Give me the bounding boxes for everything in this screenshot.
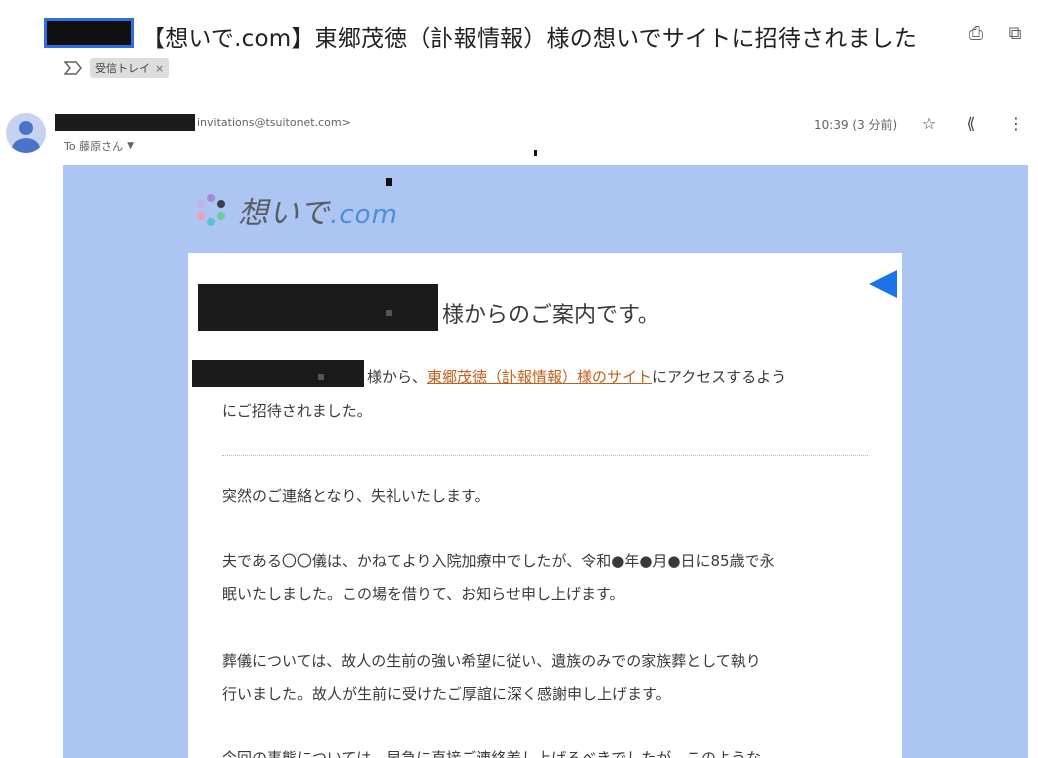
label-chip-inbox[interactable]: 受信トレイ ×: [90, 58, 170, 78]
email-subject: 【想いで.com】東郷茂徳（訃報情報）様の想いでサイトに招待されました: [142, 26, 918, 52]
recipient-line[interactable]: To 藤原さん ▼: [64, 138, 134, 154]
redacted-inviter-name: [192, 360, 364, 387]
redacted-mark: [386, 178, 392, 186]
service-logo: 想いで.com: [192, 188, 398, 232]
label-row: 受信トレイ ×: [64, 57, 170, 79]
remove-label-icon[interactable]: ×: [155, 62, 164, 75]
reply-all-icon[interactable]: ⟪: [960, 113, 982, 135]
open-in-new-window-icon[interactable]: ⧉: [1003, 22, 1027, 46]
sender-avatar[interactable]: [6, 113, 46, 153]
logo-text-domain: .com: [330, 200, 398, 230]
subject-row: 【想いで.com】東郷茂徳（訃報情報）様の想いでサイトに招待されました ⎙ ⧉: [44, 18, 1034, 58]
recipient-text: To 藤原さん: [64, 140, 124, 153]
star-icon[interactable]: ☆: [918, 113, 940, 135]
body-paragraph-4-line-1: 今回の事態については、早急に直接ご連絡差し上げるべきでしたが、このような: [222, 749, 761, 758]
corner-triangle-icon: [869, 270, 897, 298]
chevron-down-icon[interactable]: ▼: [127, 141, 134, 151]
body-paragraph-2-line-1: 夫である〇〇儀は、かねてより入院加療中でしたが、令和●年●月●日に85歳で永: [222, 552, 775, 570]
body-paragraph-1: 突然のご連絡となり、失礼いたします。: [222, 487, 490, 505]
sender-email: invitations@tsuitonet.com>: [197, 116, 351, 129]
invite-prefix: 様から、: [367, 368, 428, 386]
invite-line: 様から、東郷茂徳（訃報情報）様のサイトにアクセスするよう: [367, 362, 786, 392]
redacted-block: [44, 18, 134, 48]
avatar-shoulders: [12, 138, 40, 153]
body-paragraph-3-line-2: 行いました。故人が生前に受けたご厚誼に深く感謝申し上げます。: [222, 685, 671, 703]
invite-line-2: にご招待されました。: [222, 402, 372, 420]
memorial-site-link[interactable]: 東郷茂徳（訃報情報）様のサイト: [427, 368, 652, 386]
redacted-mark: [318, 374, 324, 380]
body-paragraph-3-line-1: 葬儀については、故人の生前の強い希望に従い、遺族のみでの家族葬として執り: [222, 652, 761, 670]
received-time: 10:39 (3 分前): [814, 118, 898, 132]
logo-mark-icon: [197, 194, 225, 226]
label-chip-text: 受信トレイ: [95, 62, 150, 75]
greeting-heading: 様からのご案内です。: [442, 303, 660, 328]
importance-marker-icon[interactable]: [64, 61, 82, 75]
invite-suffix: にアクセスするよう: [652, 368, 787, 386]
redacted-sender-name: [55, 114, 195, 131]
avatar-head: [19, 121, 33, 135]
redacted-inviter-name: [198, 284, 438, 331]
divider: [222, 455, 868, 456]
redacted-mark: [534, 150, 537, 156]
logo-text: 想いで.com: [238, 188, 398, 232]
print-icon[interactable]: ⎙: [964, 22, 988, 46]
logo-text-main: 想いで: [238, 196, 331, 231]
more-options-icon[interactable]: ⋮: [1005, 113, 1027, 135]
body-paragraph-2-line-2: 眠いたしました。この場を借りて、お知らせ申し上げます。: [222, 585, 625, 603]
redacted-mark: [386, 310, 392, 316]
